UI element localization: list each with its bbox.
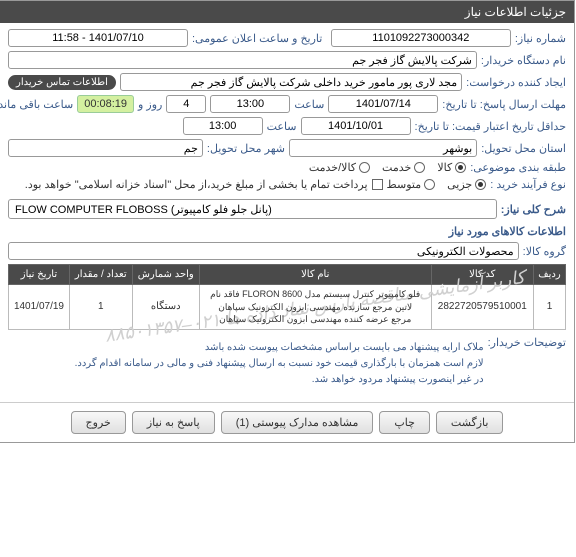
cell-code: 2822720579510001 <box>432 285 534 330</box>
category-radios: کالا خدمت کالا/خدمت <box>310 161 467 174</box>
radio-both[interactable]: کالا/خدمت <box>310 161 371 174</box>
org-label: نام دستگاه خریدار: <box>482 54 567 67</box>
table-header-row: ردیف کد کالا نام کالا واحد شمارش تعداد /… <box>10 265 567 285</box>
summary-field[interactable] <box>9 199 498 219</box>
payment-note: پرداخت تمام یا بخشی از مبلغ خرید،از محل … <box>26 178 369 191</box>
radio-partial-label: جزیی <box>448 178 473 191</box>
desc-line1: ملاک ارایه پیشنهاد می بایست براساس مشخصا… <box>76 340 485 356</box>
category-label: طبقه بندی موضوعی: <box>471 161 567 174</box>
min-validity-date-field[interactable] <box>302 117 412 135</box>
requester-label: ایجاد کننده درخواست: <box>467 76 567 89</box>
radio-goods-label: کالا <box>438 161 453 174</box>
payment-checkbox-sq <box>373 179 384 190</box>
city-label: شهر محل تحویل: <box>208 142 286 155</box>
panel-header: جزئیات اطلاعات نیاز <box>1 1 575 23</box>
th-unit: واحد شمارش <box>133 265 200 285</box>
min-validity-label: حداقل تاریخ اعتبار قیمت: تا تاریخ: <box>416 120 567 133</box>
province-label: استان محل تحویل: <box>482 142 567 155</box>
radio-partial[interactable]: جزیی <box>448 178 487 191</box>
th-date: تاریخ نیاز <box>10 265 71 285</box>
th-qty: تعداد / مقدار <box>70 265 133 285</box>
cell-date: 1401/07/19 <box>10 285 71 330</box>
deadline-time-field[interactable] <box>211 95 291 113</box>
radio-service-label: خدمت <box>383 161 412 174</box>
cell-name-text: فلو کامپیوتر کنترل سیستم مدل FLORON 8600… <box>211 289 421 324</box>
radio-goods-circle <box>456 162 467 173</box>
radio-service[interactable]: خدمت <box>383 161 426 174</box>
th-name: نام کالا <box>200 265 432 285</box>
th-code: کد کالا <box>432 265 534 285</box>
cell-name: کاربر آزمایشی مناقصه پارس نماد داده ها ۰… <box>200 285 432 330</box>
cell-idx: 1 <box>535 285 567 330</box>
print-button[interactable]: چاپ <box>380 411 431 434</box>
org-field[interactable] <box>9 51 478 69</box>
table-row: 1 2822720579510001 کاربر آزمایشی مناقصه … <box>10 285 567 330</box>
cell-unit: دستگاه <box>133 285 200 330</box>
deadline-date-field[interactable] <box>329 95 439 113</box>
radio-partial-circle <box>476 179 487 190</box>
items-section-title: اطلاعات کالاهای مورد نیاز <box>9 225 567 238</box>
radio-both-label: کالا/خدمت <box>310 161 357 174</box>
min-validity-time-field[interactable] <box>184 117 264 135</box>
panel-title: جزئیات اطلاعات نیاز <box>466 5 567 19</box>
desc-line2: لازم است همزمان با بارگذاری قیمت خود نسب… <box>76 356 485 372</box>
reply-button[interactable]: پاسخ به نیاز <box>133 411 216 434</box>
button-row: بازگشت چاپ مشاهده مدارک پیوستی (1) پاسخ … <box>1 402 575 442</box>
countdown-box: 00:08:19 <box>78 95 135 113</box>
requester-field[interactable] <box>121 73 463 91</box>
summary-label: شرح کلی نیاز: <box>502 203 567 216</box>
desc-line3: در غیر اینصورت پیشنهاد مردود خواهد شد. <box>76 372 485 388</box>
close-button[interactable]: خروج <box>72 411 127 434</box>
remaining-label: ساعت باقی مانده <box>0 98 74 111</box>
contact-badge[interactable]: اطلاعات تماس خریدار <box>9 75 117 90</box>
payment-checkbox[interactable]: پرداخت تمام یا بخشی از مبلغ خرید،از محل … <box>26 178 384 191</box>
days-label: روز و <box>139 98 163 111</box>
th-row: ردیف <box>535 265 567 285</box>
radio-service-circle <box>415 162 426 173</box>
items-table: ردیف کد کالا نام کالا واحد شمارش تعداد /… <box>9 264 567 330</box>
attachments-button[interactable]: مشاهده مدارک پیوستی (1) <box>222 411 375 434</box>
process-radios: جزیی متوسط <box>388 178 488 191</box>
need-no-field[interactable] <box>332 29 512 47</box>
need-no-label: شماره نیاز: <box>516 32 567 45</box>
city-field[interactable] <box>9 139 204 157</box>
group-field[interactable] <box>9 242 520 260</box>
radio-medium-circle <box>425 179 436 190</box>
deadline-time-label: ساعت <box>295 98 325 111</box>
radio-medium-label: متوسط <box>388 178 423 191</box>
radio-medium[interactable]: متوسط <box>388 178 437 191</box>
days-field[interactable] <box>167 95 207 113</box>
province-field[interactable] <box>290 139 478 157</box>
announce-label: تاریخ و ساعت اعلان عمومی: <box>193 32 323 45</box>
cell-qty: 1 <box>70 285 133 330</box>
announce-field[interactable] <box>9 29 189 47</box>
min-validity-time-label: ساعت <box>268 120 298 133</box>
desc-label: توضیحات خریدار: <box>489 336 567 349</box>
deadline-label: مهلت ارسال پاسخ: تا تاریخ: <box>443 98 567 111</box>
process-label: نوع فرآیند خرید : <box>491 178 567 191</box>
radio-goods[interactable]: کالا <box>438 161 467 174</box>
radio-both-circle <box>360 162 371 173</box>
buyer-description: ملاک ارایه پیشنهاد می بایست براساس مشخصا… <box>76 336 485 392</box>
form-area: شماره نیاز: تاریخ و ساعت اعلان عمومی: نا… <box>1 23 575 402</box>
group-label: گروه کالا: <box>524 245 567 258</box>
back-button[interactable]: بازگشت <box>437 411 505 434</box>
need-details-panel: جزئیات اطلاعات نیاز شماره نیاز: تاریخ و … <box>0 0 576 443</box>
